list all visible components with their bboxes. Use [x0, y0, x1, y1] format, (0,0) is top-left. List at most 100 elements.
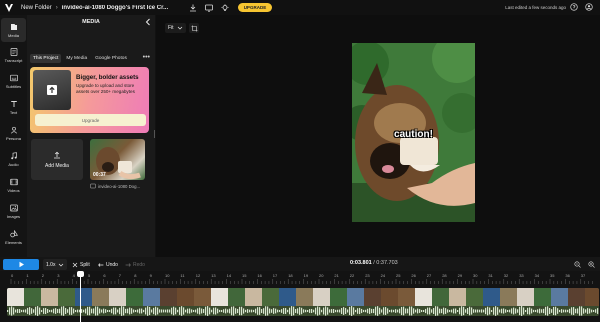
- video-clip[interactable]: [7, 288, 599, 316]
- waveform-bar: [341, 307, 343, 315]
- clip-frame: [483, 288, 500, 306]
- waveform-bar: [189, 308, 191, 314]
- video-file-icon: [90, 183, 96, 189]
- waveform-bar: [437, 306, 439, 316]
- waveform-bar: [73, 308, 75, 314]
- waveform-bar: [535, 309, 537, 313]
- waveform-bar: [559, 309, 561, 313]
- persona-icon: [10, 126, 17, 134]
- undo-button[interactable]: Undo: [96, 259, 120, 270]
- ruler-label: 12: [196, 273, 201, 278]
- tab-this-project[interactable]: This Project: [30, 54, 62, 63]
- waveform-bar: [275, 308, 277, 314]
- waveform-bar: [343, 307, 345, 315]
- media-asset-thumbnail[interactable]: 00:37: [90, 139, 145, 180]
- clip-frame: [245, 288, 262, 306]
- waveform-bar: [315, 307, 317, 315]
- waveform-bar: [377, 306, 379, 316]
- waveform-bar: [205, 306, 207, 316]
- promo-upgrade-button[interactable]: Upgrade: [35, 114, 146, 126]
- playhead[interactable]: [80, 271, 81, 322]
- left-navigation: Media Transcript Subtitles Text Persona …: [0, 15, 27, 257]
- waveform-bar: [267, 306, 269, 316]
- waveform-bar: [53, 308, 55, 314]
- zoom-out-icon[interactable]: [572, 259, 583, 270]
- chevron-down-icon: [59, 263, 64, 266]
- speed-dropdown[interactable]: 1.0x: [43, 259, 68, 270]
- top-bar: New Folder › invideo-ai-1080 Doggo's Fir…: [0, 0, 600, 15]
- playhead-handle[interactable]: [77, 271, 84, 277]
- waveform-bar: [39, 307, 41, 315]
- waveform-bar: [353, 307, 355, 315]
- waveform-bar: [411, 306, 413, 316]
- clip-frame: [279, 288, 296, 306]
- nav-subtitles[interactable]: Subtitles: [1, 69, 26, 93]
- undo-label: Undo: [106, 261, 118, 268]
- nav-elements[interactable]: Elements: [1, 225, 26, 249]
- ruler-label: 30: [473, 273, 478, 278]
- waveform-bar: [457, 309, 459, 313]
- waveform-bar: [137, 309, 139, 313]
- video-preview[interactable]: caution!: [352, 43, 475, 222]
- waveform-bar: [439, 308, 441, 314]
- nav-audio[interactable]: Audio: [1, 147, 26, 171]
- collapse-panel-icon[interactable]: [144, 17, 152, 27]
- waveform-bar: [425, 308, 427, 314]
- ruler-label: 18: [288, 273, 293, 278]
- redo-button[interactable]: Redo: [123, 259, 147, 270]
- waveform-bar: [19, 309, 21, 313]
- nav-text[interactable]: Text: [1, 95, 26, 119]
- nav-images[interactable]: Images: [1, 199, 26, 223]
- waveform-bar: [135, 309, 137, 313]
- waveform-bar: [357, 308, 359, 314]
- tab-my-media[interactable]: My Media: [63, 54, 90, 63]
- app-logo-icon[interactable]: [3, 2, 15, 14]
- help-icon[interactable]: [569, 2, 579, 12]
- fit-dropdown[interactable]: Fit: [165, 23, 186, 33]
- nav-media[interactable]: Media: [1, 18, 26, 42]
- waveform-bar: [349, 306, 351, 316]
- ruler-label: 21: [334, 273, 339, 278]
- ruler-label: 26: [411, 273, 416, 278]
- waveform-bar: [525, 309, 527, 313]
- waveform-bar: [523, 307, 525, 315]
- folder-breadcrumb[interactable]: New Folder: [21, 5, 52, 11]
- waveform-bar: [387, 308, 389, 314]
- waveform-bar: [301, 307, 303, 315]
- upgrade-button[interactable]: UPGRADE: [237, 3, 273, 12]
- nav-transcript[interactable]: Transcript: [1, 43, 26, 67]
- asset-name-text: invideo-ai-1080 Dog...: [98, 183, 141, 189]
- nav-videos[interactable]: Videos: [1, 173, 26, 197]
- waveform-bar: [471, 307, 473, 315]
- tab-google-photos[interactable]: Google Photos: [92, 54, 130, 63]
- clip-frame: [92, 288, 109, 306]
- waveform-bar: [217, 308, 219, 314]
- download-icon[interactable]: [188, 3, 198, 13]
- waveform-bar: [503, 308, 505, 314]
- waveform-bar: [551, 309, 553, 313]
- waveform-bar: [391, 309, 393, 313]
- waveform-bar: [579, 306, 581, 316]
- add-media-button[interactable]: Add Media: [31, 139, 83, 180]
- timeline-ruler[interactable]: 0 1 2 3 4 5 6 7 8 9 10 11 12 13 14 15 16 17 18 19 20 21 22 23 24…: [0, 271, 600, 285]
- screen-icon[interactable]: [204, 3, 214, 13]
- nav-persona[interactable]: Persona: [1, 121, 26, 145]
- ruler-label: 11: [180, 273, 185, 278]
- waveform-bar: [423, 309, 425, 313]
- crop-icon[interactable]: [189, 23, 199, 33]
- zoom-in-icon[interactable]: [586, 259, 597, 270]
- waveform-bar: [213, 307, 215, 315]
- waveform-bar: [461, 306, 463, 316]
- idea-bulb-icon[interactable]: [220, 3, 230, 13]
- waveform-bar: [15, 309, 17, 313]
- user-avatar-icon[interactable]: [584, 2, 594, 12]
- waveform-bar: [65, 307, 67, 315]
- play-button[interactable]: [3, 259, 39, 270]
- waveform-bar: [241, 306, 243, 316]
- project-title[interactable]: invideo-ai-1080 Doggo's First Ice Cr...: [62, 5, 182, 11]
- waveform-bar: [455, 308, 457, 314]
- waveform-bar: [57, 309, 59, 313]
- split-button[interactable]: Split: [70, 259, 92, 270]
- more-options-icon[interactable]: •••: [143, 54, 150, 61]
- waveform-bar: [9, 307, 11, 315]
